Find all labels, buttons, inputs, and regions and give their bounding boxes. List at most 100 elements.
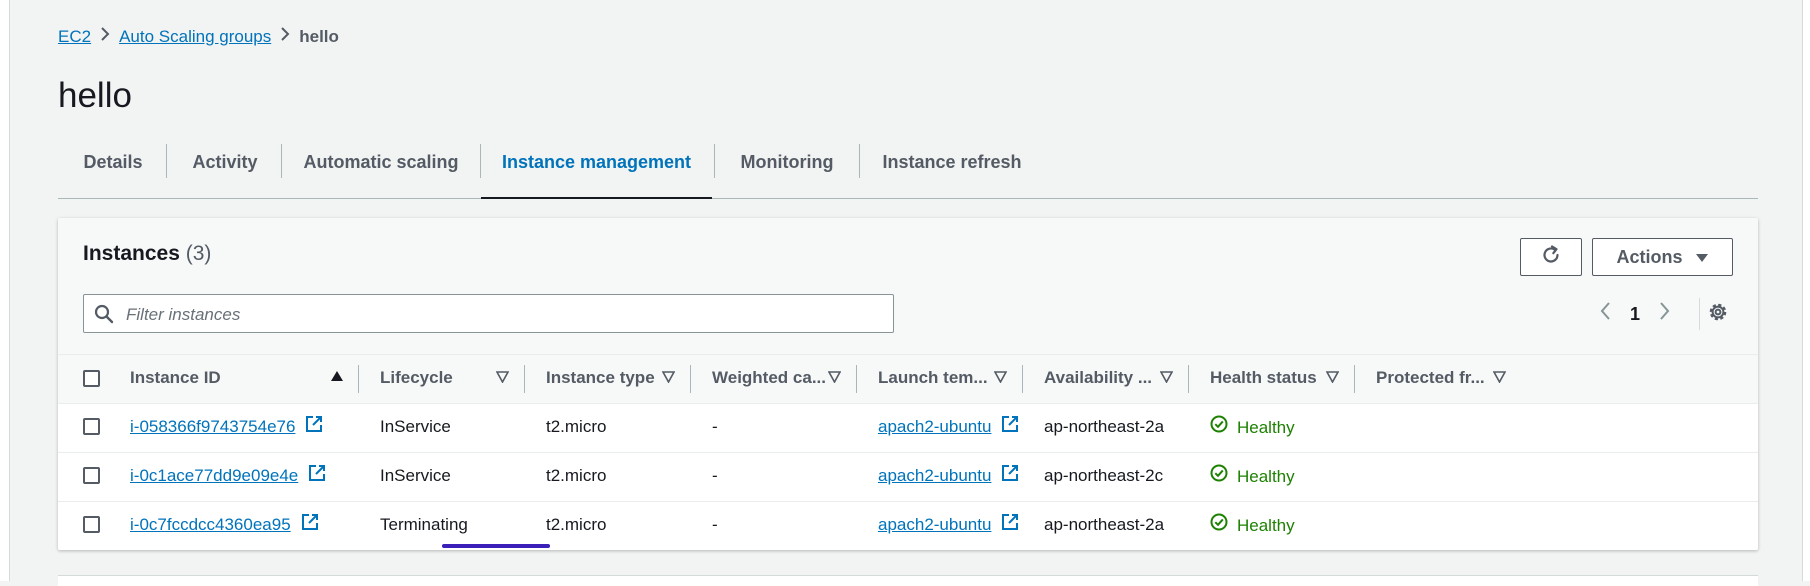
search-icon — [94, 304, 114, 329]
launch-template-cell: apach2-ubuntu| — [878, 453, 1022, 501]
current-page-number[interactable]: 1 — [1622, 304, 1648, 325]
actions-label: Actions — [1616, 246, 1683, 267]
actions-dropdown-button[interactable]: Actions — [1592, 238, 1733, 276]
panel-title-text: Instances — [83, 242, 180, 265]
tab-details[interactable]: Details — [58, 140, 168, 197]
filter-instances-field[interactable] — [83, 294, 894, 334]
column-header-weighted-capacity[interactable]: Weighted ca... — [712, 355, 826, 403]
health-status-cell: Healthy — [1210, 404, 1295, 452]
instance-id-cell: i-0c7fccdcc4360ea95 — [130, 502, 319, 550]
column-divider — [358, 365, 359, 393]
next-page-icon[interactable] — [1648, 301, 1682, 327]
external-link-icon[interactable] — [308, 454, 326, 500]
health-status-cell: Healthy — [1210, 453, 1295, 501]
left-page-edge — [0, 0, 10, 581]
row-checkbox[interactable] — [83, 418, 100, 435]
table-row[interactable]: i-058366f9743754e76 InService t2.micro -… — [58, 404, 1758, 453]
sort-icon[interactable] — [827, 371, 842, 386]
table-row[interactable]: i-0c7fccdcc4360ea95 Terminating t2.micro… — [58, 502, 1758, 550]
sort-icon[interactable] — [993, 371, 1008, 386]
column-header-lifecycle[interactable]: Lifecycle — [380, 355, 453, 403]
pagination: 1 — [1588, 300, 1682, 328]
external-link-icon[interactable] — [305, 405, 323, 451]
refresh-button[interactable] — [1520, 238, 1582, 276]
tab-automatic-scaling[interactable]: Automatic scaling — [282, 140, 480, 197]
previous-page-icon[interactable] — [1588, 301, 1622, 327]
weighted-capacity-cell: - — [712, 466, 718, 485]
sort-icon[interactable] — [1325, 371, 1340, 386]
launch-template-cell: apach2-ubuntu| — [878, 502, 1022, 550]
tab-bar: Details Activity Automatic scaling Insta… — [58, 140, 1758, 199]
launch-template-link[interactable]: apach2-ubuntu — [878, 417, 991, 436]
breadcrumb: EC2 Auto Scaling groups hello — [58, 26, 339, 47]
health-status-text: Healthy — [1237, 516, 1295, 535]
right-page-edge — [1802, 0, 1810, 581]
chevron-right-icon — [271, 26, 299, 47]
refresh-icon — [1540, 244, 1562, 271]
breadcrumb-auto-scaling-groups-link[interactable]: Auto Scaling groups — [119, 27, 271, 47]
sort-ascending-icon[interactable] — [330, 370, 344, 385]
health-status-text: Healthy — [1237, 467, 1295, 486]
column-header-instance-id[interactable]: Instance ID — [130, 355, 221, 403]
breadcrumb-ec2-link[interactable]: EC2 — [58, 27, 91, 47]
column-header-instance-type[interactable]: Instance type — [546, 355, 655, 403]
instance-type-cell: t2.micro — [546, 515, 607, 534]
lifecycle-cell: InService — [380, 417, 451, 436]
row-checkbox[interactable] — [83, 516, 100, 533]
external-link-icon[interactable] — [1001, 405, 1019, 451]
table-row[interactable]: i-0c1ace77dd9e09e4e InService t2.micro -… — [58, 453, 1758, 502]
check-circle-icon — [1210, 405, 1228, 451]
column-divider — [1188, 365, 1189, 393]
column-header-health-status[interactable]: Health status — [1210, 355, 1317, 403]
weighted-capacity-cell: - — [712, 417, 718, 436]
availability-zone-cell: ap-northeast-2a — [1044, 417, 1165, 436]
instance-id-link[interactable]: i-0c1ace77dd9e09e4e — [130, 466, 298, 485]
external-link-icon[interactable] — [1001, 503, 1019, 549]
instance-count: (3) — [185, 242, 212, 265]
tab-activity[interactable]: Activity — [167, 140, 283, 197]
check-circle-icon — [1210, 454, 1228, 500]
instance-type-cell: t2.micro — [546, 417, 607, 436]
column-header-launch-template[interactable]: Launch tem... — [878, 355, 988, 403]
instance-id-link[interactable]: i-0c7fccdcc4360ea95 — [130, 515, 291, 534]
external-link-icon[interactable] — [301, 503, 319, 549]
sort-icon[interactable] — [495, 371, 510, 386]
pagination-divider — [1699, 298, 1700, 330]
column-header-protected-from-scale-in[interactable]: Protected fr... — [1376, 355, 1485, 403]
sort-icon[interactable] — [1492, 371, 1507, 386]
instance-id-link[interactable]: i-058366f9743754e76 — [130, 417, 295, 436]
sort-icon[interactable] — [1159, 371, 1174, 386]
caret-down-icon — [1695, 247, 1709, 268]
external-link-icon[interactable] — [1001, 454, 1019, 500]
select-all-checkbox[interactable] — [83, 370, 100, 387]
tab-instance-management[interactable]: Instance management — [481, 140, 712, 199]
filter-instances-input[interactable] — [124, 295, 888, 334]
instances-panel-header: Instances (3) Actions Filter instances 1 — [58, 218, 1758, 354]
tab-monitoring[interactable]: Monitoring — [715, 140, 859, 197]
panel-title: Instances (3) — [83, 242, 211, 266]
launch-template-link[interactable]: apach2-ubuntu — [878, 466, 991, 485]
column-header-availability-zone[interactable]: Availability ... — [1044, 355, 1152, 403]
weighted-capacity-cell: - — [712, 515, 718, 534]
instance-type-cell: t2.micro — [546, 466, 607, 485]
tab-instance-refresh[interactable]: Instance refresh — [860, 140, 1044, 197]
column-divider — [1354, 365, 1355, 393]
availability-zone-cell: ap-northeast-2c — [1044, 466, 1164, 485]
column-divider — [524, 365, 525, 393]
column-divider — [1022, 365, 1023, 393]
table-header: Instance ID Lifecycle Instance type Weig… — [58, 354, 1758, 404]
chevron-right-icon — [91, 26, 119, 47]
launch-template-cell: apach2-ubuntu| — [878, 404, 1022, 452]
annotation-underline-mark — [442, 544, 550, 548]
sort-icon[interactable] — [661, 371, 676, 386]
health-status-text: Healthy — [1237, 418, 1295, 437]
lifecycle-cell: InService — [380, 466, 451, 485]
column-divider — [856, 365, 857, 393]
gear-icon[interactable] — [1706, 300, 1730, 329]
column-divider — [690, 365, 691, 393]
instances-panel: Instances (3) Actions Filter instances 1… — [58, 218, 1758, 550]
row-checkbox[interactable] — [83, 467, 100, 484]
launch-template-link[interactable]: apach2-ubuntu — [878, 515, 991, 534]
health-status-cell: Healthy — [1210, 502, 1295, 550]
availability-zone-cell: ap-northeast-2a — [1044, 515, 1165, 534]
